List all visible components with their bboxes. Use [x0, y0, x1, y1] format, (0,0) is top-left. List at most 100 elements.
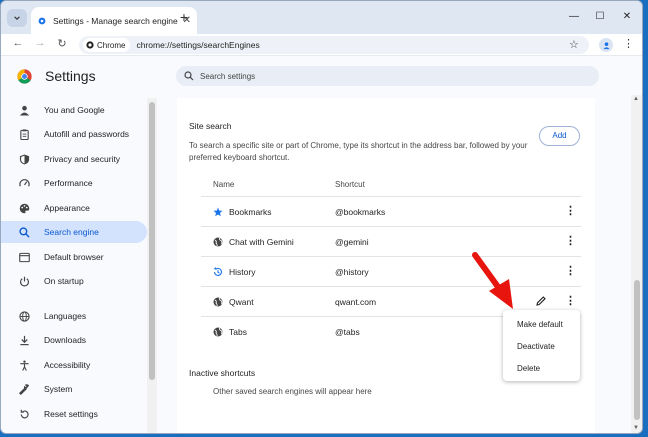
sidebar-item-label: Reset settings	[44, 409, 98, 419]
tab-settings[interactable]: Settings - Manage search engine ✕	[31, 7, 197, 34]
sidebar-scrollbar[interactable]	[147, 98, 157, 433]
row-name: History	[229, 267, 256, 277]
sidebar-item-default-browser[interactable]: Default browser	[1, 246, 147, 268]
back-button[interactable]: ←	[11, 37, 25, 49]
star-icon	[213, 207, 223, 217]
maximize-button[interactable]: ☐	[593, 11, 607, 22]
tab-title: Settings - Manage search engine	[53, 15, 178, 26]
row-name: Qwant	[229, 297, 254, 307]
globe-icon	[213, 327, 223, 337]
sidebar-item-you-and-google[interactable]: You and Google	[1, 99, 147, 121]
gear-icon	[38, 17, 46, 24]
sidebar-item-system[interactable]: System	[1, 378, 147, 400]
inactive-shortcuts-title: Inactive shortcuts	[189, 368, 256, 378]
sidebar-item-label: Appearance	[44, 203, 90, 213]
minimize-button[interactable]: —	[567, 11, 581, 22]
history-icon	[213, 267, 222, 276]
sidebar-item-autofill[interactable]: Autofill and passwords	[1, 123, 147, 145]
person-icon	[19, 105, 30, 116]
chrome-logo-icon	[17, 69, 32, 84]
sidebar-item-label: Performance	[44, 178, 93, 188]
sidebar-item-label: Privacy and security	[44, 154, 121, 164]
row-shortcut: qwant.com	[335, 297, 377, 307]
table-row[interactable]: Bookmarks @bookmarks ⋮	[201, 196, 581, 226]
row-more-icon[interactable]: ⋮	[565, 204, 576, 217]
globe-icon	[213, 237, 223, 247]
sidebar-item-on-startup[interactable]: On startup	[1, 270, 147, 292]
new-tab-button[interactable]: +	[177, 10, 191, 24]
menu-item-delete[interactable]: Delete	[503, 358, 580, 380]
sidebar-item-label: Downloads	[44, 335, 87, 345]
site-search-description: To search a specific site or part of Chr…	[189, 141, 528, 162]
globe-icon	[19, 310, 30, 322]
reset-icon	[20, 409, 29, 418]
search-icon	[19, 226, 30, 238]
row-more-icon[interactable]: ⋮	[565, 234, 576, 247]
reload-button[interactable]: ↻	[55, 37, 69, 50]
search-input[interactable]	[200, 71, 580, 81]
row-name: Bookmarks	[229, 207, 272, 217]
sidebar-item-reset-settings[interactable]: Reset settings	[1, 403, 147, 425]
annotation-arrow-icon	[472, 252, 513, 309]
sidebar-item-downloads[interactable]: Downloads	[1, 329, 147, 351]
browser-menu-icon[interactable]: ⋮	[623, 37, 634, 50]
menu-item-deactivate[interactable]: Deactivate	[503, 336, 580, 358]
sidebar-item-label: Accessibility	[44, 360, 91, 370]
sidebar-item-label: System	[44, 384, 73, 394]
sidebar-item-accessibility[interactable]: Accessibility	[1, 354, 147, 376]
site-chip-label: Chrome	[97, 40, 126, 50]
column-header-shortcut: Shortcut	[335, 180, 365, 189]
sidebar-item-label: Languages	[44, 311, 87, 321]
sidebar-item-performance[interactable]: Performance	[1, 172, 147, 194]
chevron-down-icon	[14, 16, 20, 20]
close-window-button[interactable]: ✕	[620, 11, 634, 22]
sidebar-item-label: Search engine	[44, 227, 99, 237]
sidebar-scrollbar-thumb[interactable]	[149, 102, 155, 380]
page-scrollbar-thumb[interactable]	[634, 280, 640, 420]
sidebar-item-languages[interactable]: Languages	[1, 305, 147, 327]
person-icon	[602, 41, 610, 49]
toolbar: ← → ↻ Chrome chrome://settings/searchEng…	[1, 34, 642, 56]
accessibility-icon	[20, 359, 29, 371]
column-header-name: Name	[213, 180, 235, 189]
sidebar-item-privacy[interactable]: Privacy and security	[1, 148, 147, 170]
table-row[interactable]: Chat with Gemini @gemini ⋮	[201, 226, 581, 256]
url-text: chrome://settings/searchEngines	[136, 40, 260, 50]
row-shortcut: @history	[335, 267, 369, 277]
scroll-up-icon[interactable]: ▲	[633, 96, 639, 102]
tab-search-button[interactable]	[7, 9, 27, 27]
inactive-shortcuts-description: Other saved search engines will appear h…	[213, 387, 372, 396]
settings-search[interactable]	[176, 66, 599, 86]
menu-item-make-default[interactable]: Make default	[503, 314, 580, 336]
profile-avatar[interactable]	[599, 38, 613, 52]
sidebar-item-search-engine[interactable]: Search engine	[1, 221, 147, 243]
chrome-icon	[86, 41, 94, 49]
row-more-icon[interactable]: ⋮	[565, 264, 576, 277]
clipboard-icon	[20, 128, 29, 140]
site-search-title: Site search	[189, 121, 232, 131]
browser-icon	[19, 252, 30, 262]
scroll-down-icon[interactable]: ▼	[633, 425, 639, 431]
address-bar[interactable]: Chrome chrome://settings/searchEngines	[79, 36, 589, 54]
pencil-icon[interactable]	[535, 295, 547, 307]
sidebar-item-label: Autofill and passwords	[44, 129, 130, 139]
title-bar: Settings - Manage search engine ✕ + — ☐ …	[1, 1, 642, 34]
download-icon	[20, 335, 29, 345]
palette-icon	[19, 203, 30, 213]
page-title: Settings	[45, 68, 96, 84]
settings-header: Settings	[1, 57, 642, 95]
row-shortcut: @tabs	[335, 327, 360, 337]
sidebar-item-appearance[interactable]: Appearance	[1, 197, 147, 219]
forward-button[interactable]: →	[33, 37, 47, 49]
site-search-card: Site search To search a specific site or…	[177, 98, 595, 433]
row-name: Tabs	[229, 327, 247, 337]
sidebar-item-label: Default browser	[44, 252, 104, 262]
add-site-search-button[interactable]: Add	[539, 126, 580, 146]
bookmark-star-icon[interactable]: ☆	[569, 38, 579, 51]
browser-window: Settings - Manage search engine ✕ + — ☐ …	[0, 0, 643, 434]
site-chip[interactable]: Chrome	[83, 38, 131, 52]
page-scrollbar[interactable]: ▲ ▼	[631, 95, 642, 433]
row-more-icon[interactable]: ⋮	[565, 294, 576, 307]
row-shortcut: @gemini	[335, 237, 369, 247]
table-row[interactable]: History @history ⋮	[201, 256, 581, 286]
